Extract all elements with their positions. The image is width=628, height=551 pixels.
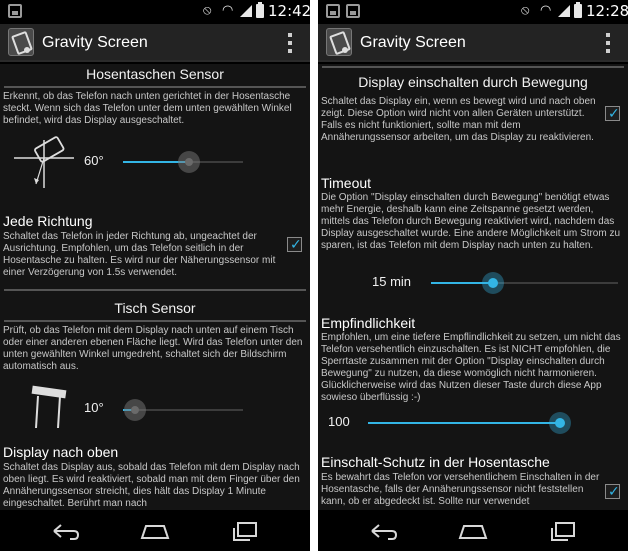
table-angle-illustration	[31, 385, 67, 429]
slider-thumb[interactable]	[124, 399, 146, 421]
sensitivity-value: 100	[328, 414, 350, 429]
home-icon[interactable]	[138, 520, 172, 542]
sensitivity-description: Empfohlen, um eine tiefere Empflindlichk…	[321, 332, 621, 403]
app-icon[interactable]	[326, 28, 352, 56]
recents-icon[interactable]	[228, 520, 262, 542]
navigation-bar	[0, 510, 310, 551]
app-title: Gravity Screen	[360, 34, 466, 51]
vibrate-off-icon: ⦸	[521, 3, 530, 18]
motion-wake-checkbox[interactable]: ✓	[605, 106, 620, 121]
signal-icon	[558, 5, 570, 17]
slider-thumb[interactable]	[178, 151, 200, 173]
display-up-description: Schaltet das Display aus, sobald das Tel…	[3, 462, 300, 509]
pocket-angle-value: 60°	[84, 153, 104, 168]
settings-list[interactable]: Hosentaschen Sensor Erkennt, ob das Tele…	[0, 64, 310, 510]
app-icon[interactable]	[8, 28, 34, 56]
section-title-motion-wake: Display einschalten durch Bewegung	[358, 74, 588, 90]
wifi-icon: ◠	[222, 3, 234, 18]
section-divider	[4, 289, 306, 291]
table-angle-value: 10°	[84, 400, 104, 415]
section-divider	[322, 66, 624, 68]
any-direction-title: Jede Richtung	[3, 213, 93, 229]
check-icon: ✓	[608, 484, 620, 500]
status-clock: 12:42	[268, 2, 310, 20]
table-sensor-description: Prüft, ob das Telefon mit dem Display na…	[3, 325, 303, 372]
section-title-pocket-sensor: Hosentaschen Sensor	[86, 66, 224, 82]
timeout-slider[interactable]	[431, 272, 618, 294]
notification-icon	[8, 4, 22, 18]
action-bar: Gravity Screen	[318, 24, 628, 62]
motion-wake-description: Schaltet das Display ein, wenn es bewegt…	[321, 96, 596, 143]
pocket-protect-checkbox[interactable]: ✓	[605, 484, 620, 499]
timeout-title: Timeout	[321, 175, 372, 191]
pocket-sensor-description: Erkennt, ob das Telefon nach unten geric…	[3, 91, 292, 126]
overflow-menu-icon[interactable]	[606, 33, 610, 53]
section-title-table-sensor: Tisch Sensor	[114, 300, 196, 316]
slider-thumb[interactable]	[481, 272, 504, 294]
recents-icon[interactable]	[546, 520, 580, 542]
any-direction-description: Schaltet das Telefon in jeder Richtung a…	[3, 231, 276, 278]
slider-thumb[interactable]	[549, 412, 571, 434]
section-divider	[4, 86, 306, 88]
navigation-bar	[318, 510, 628, 551]
phone-screen-right: ⦸ ◠ 12:28 Gravity Screen Display einscha…	[318, 0, 628, 551]
battery-icon	[574, 2, 582, 18]
wifi-icon: ◠	[540, 3, 552, 18]
camera-icon	[346, 4, 360, 18]
any-direction-checkbox[interactable]: ✓	[287, 237, 302, 252]
home-icon[interactable]	[456, 520, 490, 542]
battery-icon	[256, 2, 264, 18]
display-up-title: Display nach oben	[3, 444, 119, 460]
table-angle-slider[interactable]	[123, 399, 243, 421]
pocket-protect-description: Es bewahrt das Telefon vor versehentlich…	[321, 472, 600, 507]
action-bar: Gravity Screen	[0, 24, 310, 62]
pocket-angle-slider[interactable]	[123, 151, 243, 173]
signal-icon	[240, 5, 252, 17]
sensitivity-title: Empfindlichkeit	[321, 315, 416, 331]
back-icon[interactable]	[366, 520, 400, 542]
slider-fill	[368, 422, 560, 424]
app-title: Gravity Screen	[42, 34, 148, 51]
status-bar: ⦸ ◠ 12:28	[318, 0, 628, 24]
notification-icon	[326, 4, 340, 18]
sensitivity-slider[interactable]	[368, 412, 571, 434]
section-divider	[4, 320, 306, 322]
status-clock: 12:28	[586, 2, 628, 20]
vibrate-off-icon: ⦸	[203, 3, 212, 18]
check-icon: ✓	[290, 237, 302, 253]
pocket-protect-title: Einschalt-Schutz in der Hosentasche	[321, 454, 550, 470]
check-icon: ✓	[608, 106, 620, 122]
status-bar: ⦸ ◠ 12:42	[0, 0, 310, 24]
pocket-angle-illustration	[14, 136, 74, 188]
timeout-description: Die Option "Display einschalten durch Be…	[321, 192, 621, 251]
overflow-menu-icon[interactable]	[288, 33, 292, 53]
phone-screen-left: ⦸ ◠ 12:42 Gravity Screen Hosentaschen Se…	[0, 0, 310, 551]
settings-list[interactable]: Display einschalten durch Bewegung Schal…	[318, 64, 628, 510]
back-icon[interactable]	[48, 520, 82, 542]
timeout-value: 15 min	[372, 274, 412, 289]
